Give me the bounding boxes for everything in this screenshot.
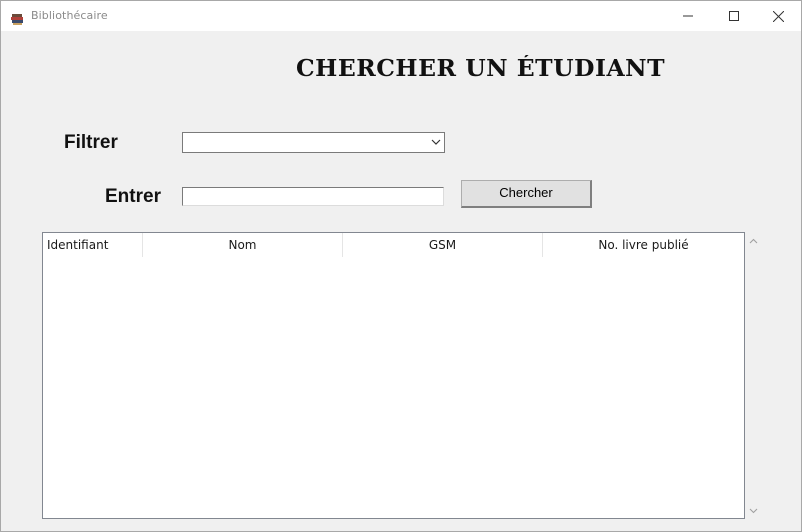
filter-label: Filtrer [64, 132, 118, 153]
column-header-identifiant[interactable]: Identifiant [43, 233, 143, 257]
title-bar[interactable]: Bibliothécaire [1, 1, 801, 31]
filter-dropdown[interactable] [182, 132, 445, 153]
page-title: CHERCHER UN ÉTUDIANT [296, 55, 666, 82]
book-stack-icon [11, 10, 24, 25]
search-button[interactable]: Chercher [461, 180, 592, 208]
search-input[interactable] [182, 187, 444, 206]
table-header: Identifiant Nom GSM No. livre publié [43, 233, 744, 257]
maximize-button[interactable] [711, 1, 757, 31]
close-button[interactable] [755, 1, 801, 31]
column-header-gsm[interactable]: GSM [343, 233, 543, 257]
chevron-up-icon [749, 238, 758, 243]
entry-label: Entrer [105, 186, 161, 207]
chevron-down-icon [431, 139, 441, 145]
column-header-nom[interactable]: Nom [143, 233, 343, 257]
app-window: Bibliothécaire CHERCHER UN ÉTUDIANT Filt… [0, 0, 802, 532]
minimize-button[interactable] [665, 1, 711, 31]
table-scrollbar[interactable] [745, 232, 762, 519]
column-header-books-published[interactable]: No. livre publié [543, 233, 744, 257]
close-icon [772, 10, 784, 22]
chevron-down-icon [749, 508, 758, 513]
minimize-icon [683, 15, 693, 17]
window-title: Bibliothécaire [31, 9, 108, 22]
scroll-down-button[interactable] [745, 502, 762, 519]
maximize-icon [729, 11, 739, 21]
students-table[interactable]: Identifiant Nom GSM No. livre publié [42, 232, 745, 519]
scroll-up-button[interactable] [745, 232, 762, 249]
